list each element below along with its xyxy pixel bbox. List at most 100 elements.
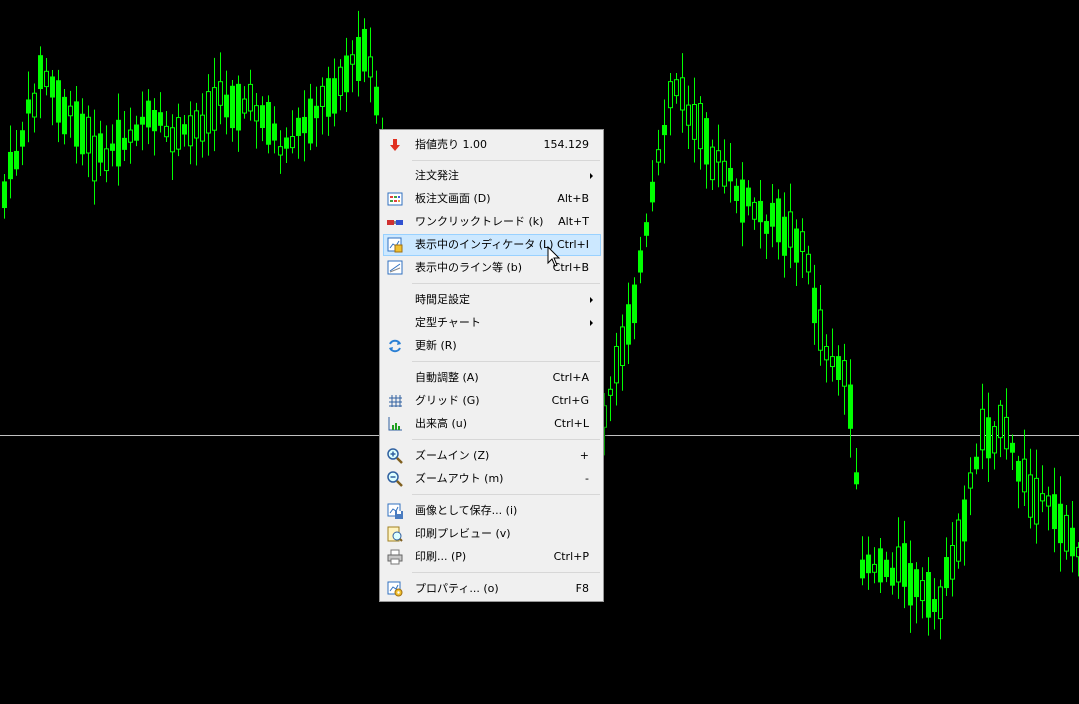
candle-body <box>1064 514 1069 552</box>
candle-body <box>1070 527 1075 557</box>
candle-body <box>728 167 733 182</box>
candle-body <box>680 77 685 111</box>
mouse-cursor-icon <box>547 246 561 267</box>
menu-item-place-order[interactable]: 注文発注 <box>383 165 601 187</box>
candle-body <box>908 563 913 606</box>
candle-body <box>194 110 199 139</box>
menu-item-label: 板注文画面 (D) <box>415 192 491 205</box>
candle-body <box>638 250 643 273</box>
candle-body <box>266 101 271 145</box>
menu-item-zoom-out[interactable]: ズームアウト (m) - <box>383 468 601 490</box>
menu-item-timeframe[interactable]: 時間足設定 <box>383 289 601 311</box>
candle-body <box>308 98 313 144</box>
candle-body <box>752 201 757 220</box>
candle-body <box>92 135 97 182</box>
candle-body <box>62 96 67 135</box>
candle-body <box>662 124 667 136</box>
candle-body <box>56 80 61 123</box>
candle-body <box>764 221 769 234</box>
menu-item-price: 154.129 <box>543 138 590 151</box>
menu-item-label: 時間足設定 <box>415 293 470 306</box>
candle-body <box>710 146 715 181</box>
menu-item-label: 印刷プレビュー (v) <box>415 527 511 540</box>
menu-item-print[interactable]: 印刷... (P) Ctrl+P <box>383 546 601 568</box>
menu-item-grid[interactable]: グリッド (G) Ctrl+G <box>383 390 601 412</box>
menu-item-save-image[interactable]: 画像として保存... (i) <box>383 500 601 522</box>
candle-body <box>668 81 673 109</box>
candle-body <box>1028 474 1033 518</box>
candle-body <box>50 76 55 98</box>
candle-body <box>926 572 931 618</box>
menu-item-print-preview[interactable]: 印刷プレビュー (v) <box>383 523 601 545</box>
menu-item-label: ワンクリックトレード (k) <box>415 215 544 228</box>
menu-item-order-board[interactable]: 板注文画面 (D) Alt+B <box>383 188 601 210</box>
candle-body <box>38 55 43 90</box>
menu-separator <box>412 361 600 362</box>
candle-body <box>626 304 631 345</box>
indicators-icon <box>387 237 403 253</box>
candle-body <box>200 114 205 142</box>
candle-body <box>374 86 379 116</box>
candle-body <box>920 580 925 602</box>
menu-item-indicators[interactable]: 表示中のインディケータ (L) Ctrl+I <box>383 234 601 256</box>
candle-body <box>152 109 157 132</box>
candle-body <box>608 388 613 396</box>
candle-body <box>1016 460 1021 482</box>
candle-body <box>800 231 805 252</box>
candle-body <box>134 124 139 141</box>
candle-body <box>182 124 187 135</box>
sell-arrow-icon <box>387 137 403 153</box>
candle-body <box>314 105 319 119</box>
candle-body <box>956 519 961 562</box>
menu-item-label: 更新 (R) <box>415 339 457 352</box>
candle-body <box>836 356 841 380</box>
candle-body <box>158 112 163 126</box>
candle-body <box>782 216 787 256</box>
candle-body <box>116 119 121 167</box>
candle-body <box>632 284 637 324</box>
candle-body <box>986 417 991 459</box>
candle-body <box>656 149 661 163</box>
menu-item-volume[interactable]: 出来高 (u) Ctrl+L <box>383 413 601 435</box>
menu-item-refresh[interactable]: 更新 (R) <box>383 335 601 357</box>
menu-item-shortcut: Ctrl+P <box>553 550 589 563</box>
candle-body <box>806 253 811 273</box>
menu-item-autoscroll[interactable]: 自動調整 (A) Ctrl+A <box>383 367 601 389</box>
menu-separator <box>412 494 600 495</box>
menu-item-label: 指値売り 1.00 <box>415 138 487 151</box>
candle-body <box>974 456 979 470</box>
candle-body <box>164 125 169 138</box>
menu-item-one-click-trade[interactable]: ワンクリックトレード (k) Alt+T <box>383 211 601 233</box>
candle-body <box>692 104 697 140</box>
candle-body <box>932 599 937 613</box>
menu-item-zoom-in[interactable]: ズームイン (Z) + <box>383 445 601 467</box>
candle-body <box>176 117 181 150</box>
menu-item-objects[interactable]: 表示中のライン等 (b) Ctrl+B <box>383 257 601 279</box>
menu-separator <box>412 283 600 284</box>
menu-item-properties[interactable]: プロパティ... (o) F8 <box>383 578 601 600</box>
candle-body <box>230 85 235 129</box>
menu-item-template[interactable]: 定型チャート <box>383 312 601 334</box>
zoom-in-icon <box>387 448 403 464</box>
candle-body <box>620 326 625 367</box>
candle-body <box>146 100 151 128</box>
candle-body <box>32 92 37 118</box>
grid-icon <box>387 393 403 409</box>
candle-body <box>980 408 985 451</box>
candle-body <box>1040 493 1045 502</box>
menu-item-label: 印刷... (P) <box>415 550 467 563</box>
candle-body <box>812 287 817 324</box>
candle-body <box>1010 442 1015 453</box>
menu-item-shortcut: - <box>585 472 589 485</box>
menu-item-label: プロパティ... (o) <box>415 582 499 595</box>
candle-body <box>98 133 103 163</box>
candle-body <box>746 187 751 207</box>
candle-body <box>110 143 115 151</box>
candle-body <box>368 56 373 78</box>
candle-body <box>914 569 919 598</box>
candle-body <box>902 543 907 587</box>
candle-body <box>326 78 331 117</box>
menu-item-sell-limit[interactable]: 指値売り 1.00 154.129 <box>383 134 601 156</box>
candle-body <box>674 79 679 97</box>
candle-body <box>188 115 193 147</box>
